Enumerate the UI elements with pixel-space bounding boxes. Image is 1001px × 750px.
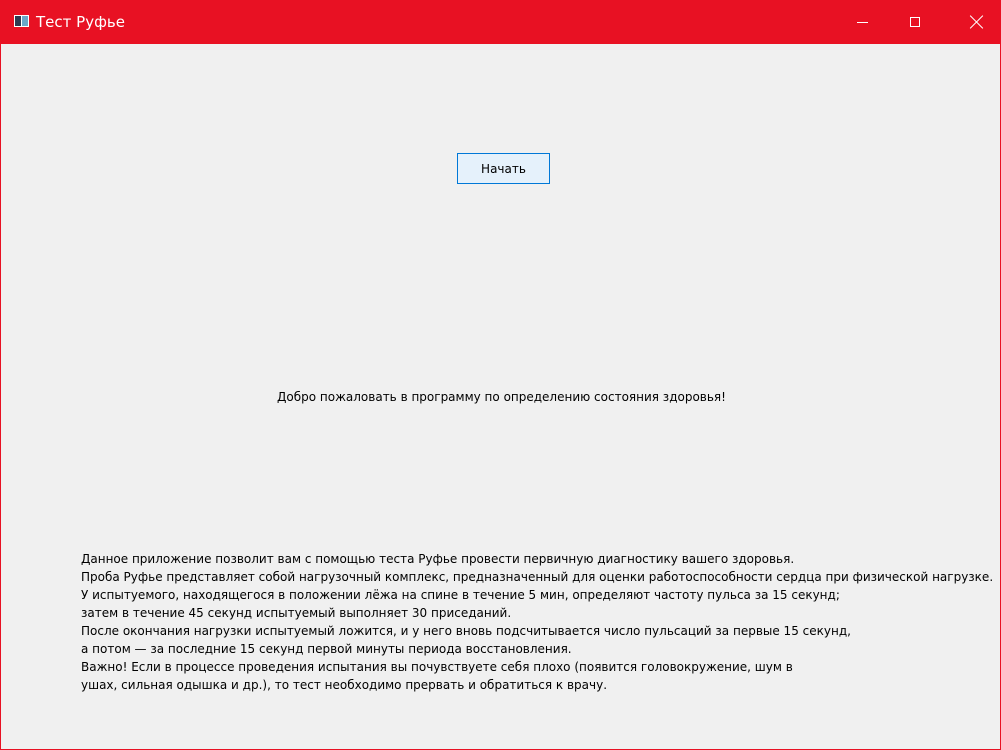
title-bar[interactable]: Тест Руфье: [1, 0, 1001, 44]
description-line: а потом — за последние 15 секунд первой …: [81, 642, 572, 656]
description-line: Важно! Если в процессе проведения испыта…: [81, 660, 793, 674]
description-text: Данное приложение позволит вам с помощью…: [81, 550, 994, 694]
maximize-icon: [910, 17, 920, 27]
app-window: Тест Руфье Начать Добро пожаловать в про…: [0, 0, 1001, 750]
minimize-icon: [856, 21, 868, 23]
minimize-button[interactable]: [839, 0, 885, 44]
maximize-button[interactable]: [892, 0, 938, 44]
description-line: Данное приложение позволит вам с помощью…: [81, 552, 795, 566]
description-line: затем в течение 45 секунд испытуемый вып…: [81, 606, 512, 620]
close-button[interactable]: [954, 0, 1000, 44]
window-title: Тест Руфье: [36, 13, 125, 31]
description-line: У испытуемого, находящегося в положении …: [81, 588, 840, 602]
close-icon: [970, 15, 984, 29]
app-icon: [14, 15, 29, 27]
description-line: Проба Руфье представляет собой нагрузочн…: [81, 570, 994, 584]
description-line: ушах, сильная одышка и др.), то тест нео…: [81, 678, 608, 692]
welcome-text: Добро пожаловать в программу по определе…: [277, 390, 726, 404]
description-line: После окончания нагрузки испытуемый ложи…: [81, 624, 851, 638]
start-button[interactable]: Начать: [457, 153, 550, 184]
